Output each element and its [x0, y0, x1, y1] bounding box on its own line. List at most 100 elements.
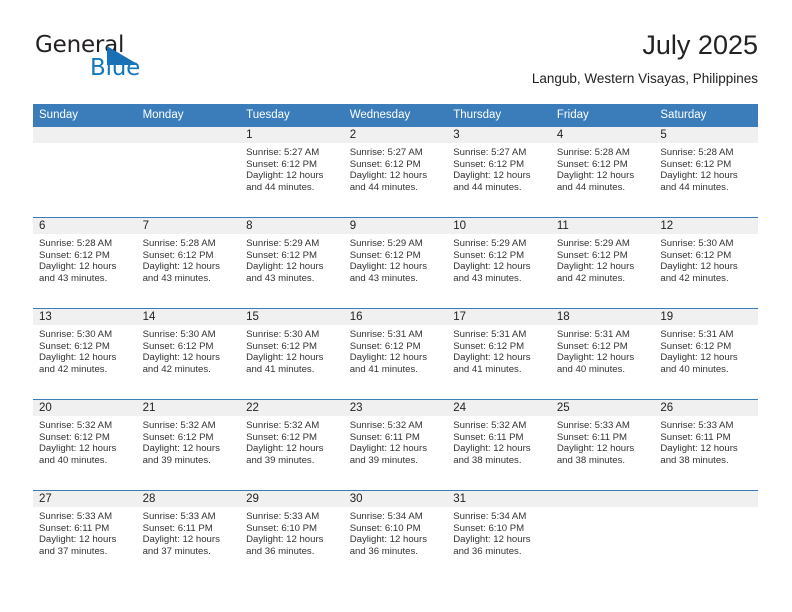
calendar-day-cell[interactable]: 23 Sunrise: 5:32 AM Sunset: 6:11 PM Dayligh… [343, 399, 448, 491]
month-calendar: Sunday Monday Tuesday Wednesday Thursday… [33, 104, 758, 581]
day-number: 4 [550, 127, 655, 143]
sunset-time: Sunset: 6:10 PM [246, 522, 318, 534]
day-details: Sunrise: 5:31 AM Sunset: 6:12 PM Daylight:… [447, 325, 551, 375]
weekday-header-tuesday: Tuesday [240, 104, 344, 127]
day-details: Sunrise: 5:33 AM Sunset: 6:10 PM Daylight:… [240, 507, 344, 557]
daylight-duration-line1: Daylight: 12 hours [453, 170, 531, 182]
calendar-body: 1 Sunrise: 5:27 AM Sunset: 6:12 PM Daylight… [33, 126, 758, 581]
day-details: Sunrise: 5:33 AM Sunset: 6:11 PM Daylight:… [654, 416, 758, 466]
daylight-duration-line1: Daylight: 12 hours [556, 352, 635, 364]
calendar-day-cell[interactable]: 10 Sunrise: 5:29 AM Sunset: 6:12 PM Dayligh… [447, 217, 551, 309]
calendar-day-cell[interactable]: 18 Sunrise: 5:31 AM Sunset: 6:12 PM Dayligh… [550, 308, 655, 400]
day-number: 20 [33, 400, 137, 416]
sunrise-time: Sunrise: 5:32 AM [39, 420, 113, 431]
daylight-duration-line1: Daylight: 12 hours [39, 352, 117, 364]
daylight-duration-line2: and 44 minutes. [453, 181, 522, 193]
calendar-day-cell[interactable]: 19 Sunrise: 5:31 AM Sunset: 6:12 PM Dayligh… [654, 308, 758, 400]
calendar-day-cell[interactable]: 12 Sunrise: 5:30 AM Sunset: 6:12 PM Dayligh… [654, 217, 758, 309]
day-number: 31 [447, 491, 551, 507]
calendar-day-cell[interactable]: 14 Sunrise: 5:30 AM Sunset: 6:12 PM Dayligh… [136, 308, 241, 400]
day-number: 2 [343, 127, 448, 143]
calendar-day-cell[interactable]: 5 Sunrise: 5:28 AM Sunset: 6:12 PM Daylight… [654, 126, 758, 218]
daylight-duration-line2: and 44 minutes. [556, 181, 626, 193]
calendar-day-cell[interactable]: 2 Sunrise: 5:27 AM Sunset: 6:12 PM Daylight… [343, 126, 448, 218]
weekday-header-friday: Friday [550, 104, 655, 127]
general-blue-logo[interactable]: General Blue [33, 32, 213, 88]
calendar-day-cell[interactable]: 30 Sunrise: 5:34 AM Sunset: 6:10 PM Dayligh… [343, 490, 448, 581]
calendar-day-cell[interactable]: 11 Sunrise: 5:29 AM Sunset: 6:12 PM Dayligh… [550, 217, 655, 309]
calendar-day-cell[interactable]: 4 Sunrise: 5:28 AM Sunset: 6:12 PM Daylight… [550, 126, 655, 218]
calendar-day-cell[interactable]: 20 Sunrise: 5:32 AM Sunset: 6:12 PM Dayligh… [33, 399, 137, 491]
day-number: 16 [343, 309, 448, 325]
daylight-duration-line1: Daylight: 12 hours [246, 443, 324, 455]
day-number: 7 [136, 218, 241, 234]
sunset-time: Sunset: 6:10 PM [453, 522, 525, 534]
sunset-time: Sunset: 6:12 PM [349, 340, 421, 352]
sunset-time: Sunset: 6:12 PM [453, 340, 525, 352]
sunrise-time: Sunrise: 5:28 AM [39, 238, 113, 249]
daylight-duration-line1: Daylight: 12 hours [660, 443, 738, 455]
day-number: 15 [240, 309, 344, 325]
day-number: 14 [136, 309, 241, 325]
sunrise-time: Sunrise: 5:32 AM [349, 420, 423, 431]
calendar-week-row: 27 Sunrise: 5:33 AM Sunset: 6:11 PM Dayligh… [33, 490, 758, 581]
sunset-time: Sunset: 6:12 PM [142, 431, 214, 443]
calendar-day-cell[interactable]: 28 Sunrise: 5:33 AM Sunset: 6:11 PM Dayligh… [136, 490, 241, 581]
sunrise-time: Sunrise: 5:32 AM [142, 420, 216, 431]
sunset-time: Sunset: 6:12 PM [556, 158, 628, 170]
calendar-day-cell[interactable]: 27 Sunrise: 5:33 AM Sunset: 6:11 PM Dayligh… [33, 490, 137, 581]
sunset-time: Sunset: 6:12 PM [349, 249, 421, 261]
calendar-page: General Blue July 2025 Langub, Western V… [0, 0, 792, 612]
logo-text-blue: Blue [90, 55, 141, 81]
sunrise-time: Sunrise: 5:32 AM [453, 420, 527, 431]
daylight-duration-line1: Daylight: 12 hours [556, 443, 635, 455]
page-subtitle: Langub, Western Visayas, Philippines [531, 71, 758, 86]
daylight-duration-line2: and 42 minutes. [142, 363, 211, 375]
sunrise-time: Sunrise: 5:28 AM [142, 238, 216, 249]
calendar-day-cell[interactable]: 17 Sunrise: 5:31 AM Sunset: 6:12 PM Dayligh… [447, 308, 551, 400]
weekday-header-monday: Monday [136, 104, 241, 127]
sunrise-time: Sunrise: 5:33 AM [660, 420, 734, 431]
daylight-duration-line1: Daylight: 12 hours [246, 352, 324, 364]
calendar-day-cell[interactable]: 6 Sunrise: 5:28 AM Sunset: 6:12 PM Daylight… [33, 217, 137, 309]
calendar-day-cell[interactable]: 26 Sunrise: 5:33 AM Sunset: 6:11 PM Dayligh… [654, 399, 758, 491]
daylight-duration-line2: and 43 minutes. [246, 272, 315, 284]
sunrise-time: Sunrise: 5:33 AM [142, 511, 216, 522]
sunrise-time: Sunrise: 5:27 AM [453, 147, 527, 158]
calendar-day-cell[interactable]: 25 Sunrise: 5:33 AM Sunset: 6:11 PM Dayligh… [550, 399, 655, 491]
day-number: 30 [343, 491, 448, 507]
sunrise-time: Sunrise: 5:34 AM [349, 511, 423, 522]
daylight-duration-line2: and 36 minutes. [246, 545, 315, 557]
daylight-duration-line1: Daylight: 12 hours [556, 261, 635, 273]
daylight-duration-line1: Daylight: 12 hours [453, 352, 531, 364]
calendar-day-cell[interactable]: 13 Sunrise: 5:30 AM Sunset: 6:12 PM Dayligh… [33, 308, 137, 400]
calendar-day-cell[interactable]: 3 Sunrise: 5:27 AM Sunset: 6:12 PM Daylight… [447, 126, 551, 218]
day-number: 27 [33, 491, 137, 507]
calendar-day-cell[interactable]: 31 Sunrise: 5:34 AM Sunset: 6:10 PM Dayligh… [447, 490, 551, 581]
daylight-duration-line1: Daylight: 12 hours [453, 443, 531, 455]
daylight-duration-line1: Daylight: 12 hours [349, 352, 428, 364]
calendar-day-cell[interactable]: 16 Sunrise: 5:31 AM Sunset: 6:12 PM Dayligh… [343, 308, 448, 400]
daylight-duration-line1: Daylight: 12 hours [349, 170, 428, 182]
sunrise-time: Sunrise: 5:33 AM [556, 420, 630, 431]
calendar-day-cell[interactable]: 24 Sunrise: 5:32 AM Sunset: 6:11 PM Dayligh… [447, 399, 551, 491]
calendar-day-cell[interactable]: 7 Sunrise: 5:28 AM Sunset: 6:12 PM Daylight… [136, 217, 241, 309]
day-number: 6 [33, 218, 137, 234]
sunset-time: Sunset: 6:12 PM [660, 249, 732, 261]
daylight-duration-line1: Daylight: 12 hours [556, 170, 635, 182]
calendar-day-cell[interactable]: 9 Sunrise: 5:29 AM Sunset: 6:12 PM Daylight… [343, 217, 448, 309]
day-number [654, 491, 758, 507]
sunrise-time: Sunrise: 5:28 AM [556, 147, 630, 158]
calendar-day-cell[interactable]: 29 Sunrise: 5:33 AM Sunset: 6:10 PM Dayligh… [240, 490, 344, 581]
daylight-duration-line2: and 42 minutes. [39, 363, 108, 375]
page-header: General Blue July 2025 Langub, Western V… [33, 28, 758, 98]
calendar-day-cell[interactable]: 8 Sunrise: 5:29 AM Sunset: 6:12 PM Daylight… [240, 217, 344, 309]
calendar-day-cell[interactable]: 15 Sunrise: 5:30 AM Sunset: 6:12 PM Dayligh… [240, 308, 344, 400]
calendar-day-cell[interactable]: 1 Sunrise: 5:27 AM Sunset: 6:12 PM Daylight… [240, 126, 344, 218]
daylight-duration-line2: and 38 minutes. [556, 454, 626, 466]
calendar-day-cell[interactable]: 21 Sunrise: 5:32 AM Sunset: 6:12 PM Dayligh… [136, 399, 241, 491]
daylight-duration-line1: Daylight: 12 hours [349, 443, 428, 455]
day-number: 5 [654, 127, 758, 143]
calendar-day-cell[interactable]: 22 Sunrise: 5:32 AM Sunset: 6:12 PM Dayligh… [240, 399, 344, 491]
day-details: Sunrise: 5:29 AM Sunset: 6:12 PM Daylight:… [447, 234, 551, 284]
